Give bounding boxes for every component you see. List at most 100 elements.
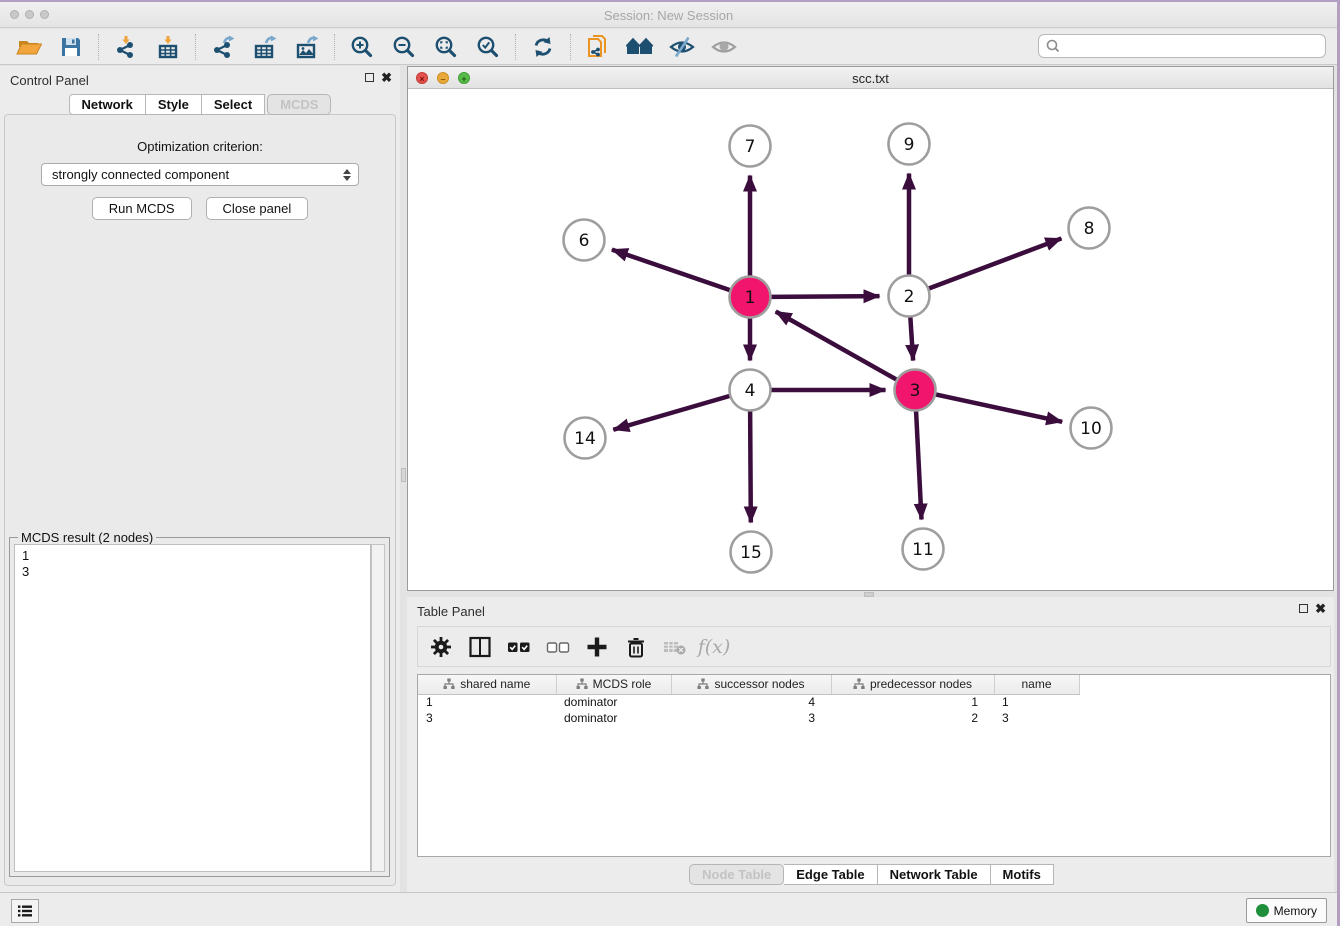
- select-all-button[interactable]: [504, 632, 534, 662]
- run-mcds-button[interactable]: Run MCDS: [92, 197, 192, 220]
- graph-node-14[interactable]: 14: [565, 418, 606, 459]
- graph-node-10[interactable]: 10: [1071, 408, 1112, 449]
- table-panel-title: Table Panel: [417, 604, 485, 619]
- refresh-button[interactable]: [527, 32, 559, 62]
- column-header-mcds-role[interactable]: MCDS role: [556, 675, 671, 694]
- delete-table-icon: [662, 635, 688, 659]
- home-icons: [626, 34, 654, 60]
- graph-node-11[interactable]: 11: [903, 529, 944, 570]
- float-panel-icon[interactable]: [365, 73, 374, 82]
- tree-icon: [443, 678, 455, 690]
- tree-icon: [853, 678, 865, 690]
- column-header-successor-nodes[interactable]: successor nodes: [671, 675, 831, 694]
- result-line: 1: [22, 548, 363, 564]
- show-graphics-details-button[interactable]: [708, 32, 740, 62]
- open-network-file-button[interactable]: [582, 32, 614, 62]
- column-header-shared-name[interactable]: shared name: [418, 675, 556, 694]
- open-session-button[interactable]: [13, 32, 45, 62]
- mcds-result-text[interactable]: 1 3: [14, 544, 371, 872]
- home-layout-button[interactable]: [624, 32, 656, 62]
- close-panel-icon[interactable]: ✖: [1315, 603, 1326, 614]
- table-row[interactable]: 3 dominator 3 2 3: [418, 710, 1079, 726]
- deselect-all-button[interactable]: [543, 632, 573, 662]
- tree-icon: [576, 678, 588, 690]
- tab-style[interactable]: Style: [146, 94, 202, 115]
- export-image-button[interactable]: [291, 32, 323, 62]
- node-label: 4: [745, 381, 756, 401]
- import-network-button[interactable]: [110, 32, 142, 62]
- edge-1-2[interactable]: [770, 296, 879, 297]
- zoom-out-button[interactable]: [388, 32, 420, 62]
- eye-slash-icon: [669, 34, 695, 60]
- tab-node-table[interactable]: Node Table: [689, 864, 784, 885]
- node-label: 6: [579, 231, 590, 251]
- search-field[interactable]: [1038, 34, 1326, 58]
- network-canvas[interactable]: 7 9 6 8 1 2 4 3 14 10 15 11: [408, 89, 1333, 590]
- graph-node-6[interactable]: 6: [564, 220, 605, 261]
- result-scrollbar[interactable]: [371, 544, 385, 872]
- edge-4-14[interactable]: [613, 396, 730, 430]
- open-folder-icon: [16, 34, 42, 60]
- search-input[interactable]: [1062, 37, 1325, 55]
- tab-motifs[interactable]: Motifs: [991, 864, 1054, 885]
- save-session-button[interactable]: [55, 32, 87, 62]
- tab-mcds[interactable]: MCDS: [267, 94, 331, 115]
- column-header-name[interactable]: name: [994, 675, 1079, 694]
- edge-3-11[interactable]: [916, 410, 921, 519]
- memory-button[interactable]: Memory: [1246, 898, 1327, 923]
- zoom-fit-icon: [433, 34, 459, 60]
- graph-node-1[interactable]: 1: [730, 277, 771, 318]
- edge-2-8[interactable]: [928, 238, 1061, 288]
- result-line: 3: [22, 564, 363, 580]
- select-stepper-icon: [340, 166, 353, 184]
- optimization-criterion-label: Optimization criterion:: [5, 139, 395, 154]
- optimization-criterion-select[interactable]: strongly connected component: [41, 163, 359, 186]
- plus-icon: [585, 635, 609, 659]
- zoom-selected-button[interactable]: [472, 32, 504, 62]
- mcds-result-title: MCDS result (2 nodes): [18, 530, 156, 545]
- edge-1-6[interactable]: [612, 250, 731, 291]
- table-settings-button[interactable]: [426, 632, 456, 662]
- graph-node-7[interactable]: 7: [730, 126, 771, 167]
- delete-table-button-disabled: [660, 632, 690, 662]
- function-builder-button-disabled: f(x): [699, 632, 729, 662]
- float-panel-icon[interactable]: [1299, 604, 1308, 613]
- selected-criterion: strongly connected component: [52, 167, 229, 182]
- graph-node-8[interactable]: 8: [1069, 208, 1110, 249]
- refresh-icon: [530, 34, 556, 60]
- close-panel-icon[interactable]: ✖: [381, 72, 392, 83]
- import-network-icon: [113, 34, 139, 60]
- zoom-fit-button[interactable]: [430, 32, 462, 62]
- edge-2-3[interactable]: [910, 316, 913, 360]
- column-header-predecessor-nodes[interactable]: predecessor nodes: [831, 675, 994, 694]
- main-toolbar: [0, 29, 1337, 65]
- tab-network-table[interactable]: Network Table: [878, 864, 991, 885]
- edge-3-10[interactable]: [935, 394, 1062, 421]
- toolbar-separator: [98, 34, 99, 60]
- import-table-button[interactable]: [152, 32, 184, 62]
- tab-network[interactable]: Network: [69, 94, 146, 115]
- task-history-button[interactable]: [11, 899, 39, 923]
- tab-select[interactable]: Select: [202, 94, 265, 115]
- edge-4-15[interactable]: [750, 410, 751, 522]
- graph-node-4[interactable]: 4: [730, 370, 771, 411]
- trash-icon: [624, 635, 648, 659]
- show-column-panel-button[interactable]: [465, 632, 495, 662]
- graph-node-2[interactable]: 2: [889, 276, 930, 317]
- graph-node-15[interactable]: 15: [731, 532, 772, 573]
- vertical-splitter-grip[interactable]: [401, 468, 406, 482]
- tab-edge-table[interactable]: Edge Table: [784, 864, 877, 885]
- network-window-titlebar[interactable]: × – + scc.txt: [408, 67, 1333, 89]
- close-panel-button[interactable]: Close panel: [206, 197, 309, 220]
- zoom-in-button[interactable]: [346, 32, 378, 62]
- delete-column-button[interactable]: [621, 632, 651, 662]
- hide-graphics-details-button[interactable]: [666, 32, 698, 62]
- graph-node-9[interactable]: 9: [889, 124, 930, 165]
- export-network-button[interactable]: [207, 32, 239, 62]
- graph-node-3[interactable]: 3: [895, 370, 936, 411]
- edge-3-1[interactable]: [776, 311, 897, 379]
- create-column-button[interactable]: [582, 632, 612, 662]
- table-row[interactable]: 1 dominator 4 1 1: [418, 694, 1079, 710]
- node-label: 10: [1080, 419, 1102, 439]
- export-table-button[interactable]: [249, 32, 281, 62]
